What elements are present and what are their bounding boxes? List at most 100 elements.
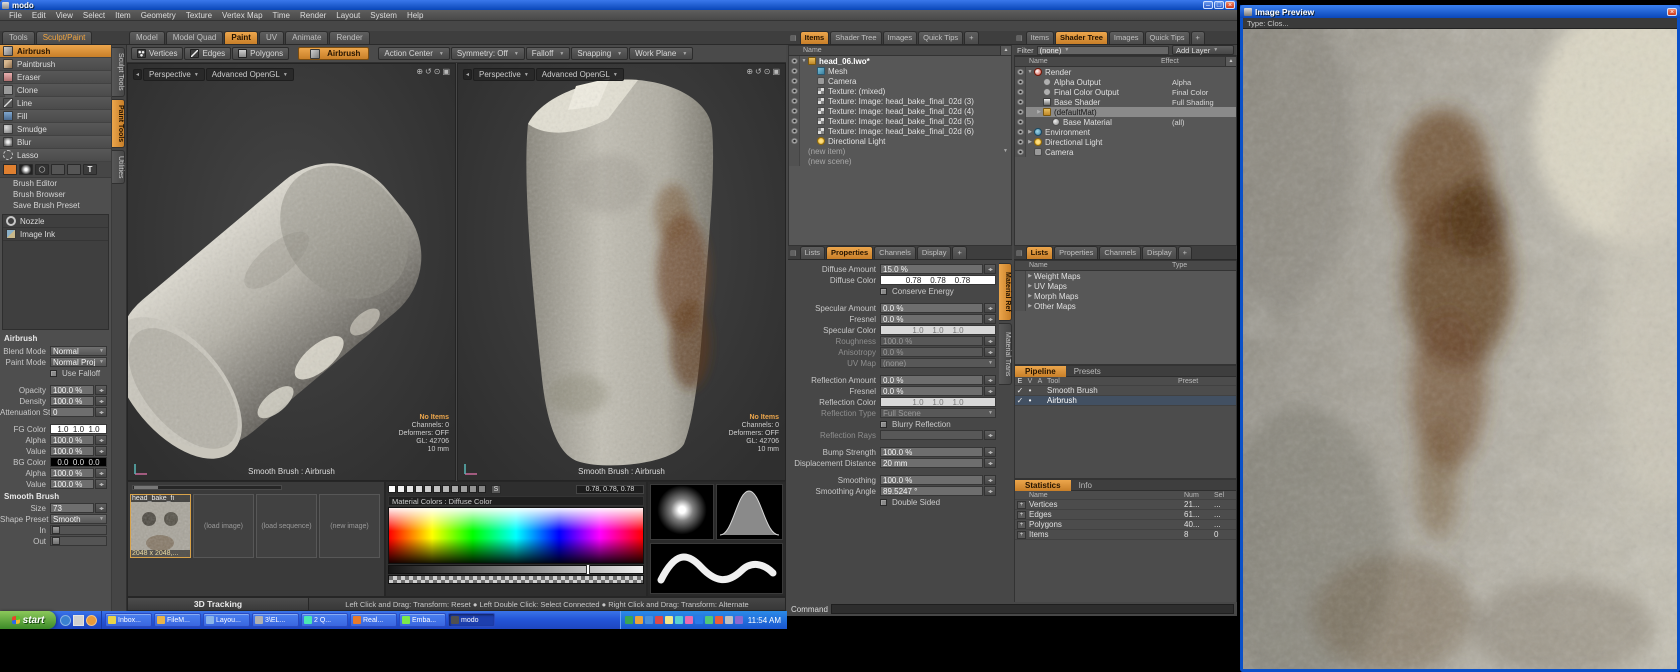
slider-handle[interactable] [52,537,60,545]
visibility-gutter[interactable] [789,56,800,66]
item-tree-row[interactable]: Texture: Image: head_bake_final_02d (4) [789,106,1011,116]
hue-saturation-gradient[interactable] [388,507,644,564]
preview-type-dropdown[interactable]: Type: Clos... [1247,19,1289,28]
color-swatch[interactable] [442,485,450,493]
value-stepper[interactable]: ◂▸ [984,347,996,357]
expand-plus-icon[interactable]: + [1017,521,1026,529]
visibility-gutter[interactable] [1015,87,1026,97]
brush-option-icon[interactable]: T [83,164,97,175]
panel-tab[interactable]: Images [1109,31,1144,44]
orbit-view-icon[interactable]: ↺ [755,67,762,76]
panel-tab[interactable]: Properties [826,246,873,259]
expand-plus-icon[interactable]: + [1017,531,1026,539]
orbit-view-icon[interactable]: ↺ [425,67,432,76]
minimize-button[interactable]: – [1203,1,1213,9]
property-field[interactable]: 100.0 %▼ [880,475,983,485]
palette-tab[interactable]: Tools [2,31,35,44]
visibility-gutter[interactable] [789,126,800,136]
item-tree-row[interactable]: Texture: Image: head_bake_final_02d (3) [789,96,1011,106]
color-swatch[interactable] [397,485,405,493]
checkbox[interactable] [50,370,57,377]
tool-button[interactable]: Clone [0,84,111,97]
property-field[interactable]: Smooth▼ [50,514,107,524]
layout-tab[interactable]: Animate [285,31,328,44]
property-field[interactable]: 20 mm▼ [880,458,983,468]
close-button[interactable]: × [1667,8,1677,16]
material-form-tab[interactable]: Material Trans [999,323,1012,385]
panel-tab[interactable]: Shader Tree [1055,31,1108,44]
value-stepper[interactable]: ◂▸ [95,396,107,406]
texture-preview-image[interactable] [1243,29,1677,669]
alpha-checker-bar[interactable] [388,575,644,584]
view-type-dropdown[interactable]: Perspective▼ [473,68,535,81]
menu-item[interactable]: Edit [27,11,51,20]
image-placeholder-cell[interactable]: (load image) [193,494,254,558]
pipeline-row[interactable]: ✓ • Airbrush [1015,396,1236,406]
value-stepper[interactable]: ◂▸ [984,314,996,324]
expander-icon[interactable]: ▼ [800,58,808,64]
tray-icon[interactable] [715,616,723,624]
value-stepper[interactable]: ◂▸ [984,303,996,313]
menu-item[interactable]: View [51,11,78,20]
item-tree-row[interactable]: Directional Light [789,136,1011,146]
task-button[interactable]: Emba... [399,613,446,627]
close-button[interactable]: × [1225,1,1235,9]
value-stepper[interactable]: ◂▸ [95,479,107,489]
visibility-gutter[interactable] [789,106,800,116]
image-thumbnail[interactable]: head_bake_fi 2048 x 2048,... [130,494,191,558]
task-button[interactable]: Inbox... [105,613,152,627]
toolbox-side-tab[interactable]: Paint Tools [112,99,125,148]
visibility-gutter[interactable] [789,116,800,126]
shader-tree-row[interactable]: Base Material (all) [1015,117,1236,127]
brush-link[interactable]: Brush Editor [0,178,111,189]
panel-tab[interactable]: Items [800,31,830,44]
statistics-row[interactable]: + Polygons 40... ... [1015,520,1236,530]
color-picker-header[interactable]: Material Colors : Diffuse Color [388,496,644,506]
scrollbar-handle[interactable] [134,486,158,489]
color-swatch[interactable] [406,485,414,493]
visibility-gutter[interactable] [1015,97,1026,107]
visibility-gutter[interactable] [1015,301,1026,311]
tray-icon[interactable] [645,616,653,624]
tool-button[interactable]: Eraser [0,71,111,84]
value-stepper[interactable]: ◂▸ [984,475,996,485]
property-field[interactable]: 1.0 1.0 1.0▼ [880,397,996,407]
shading-mode-dropdown[interactable]: Advanced OpenGL▼ [536,68,624,81]
property-field[interactable]: Blurry Reflection▼ [890,419,996,429]
component-mode-button[interactable]: Edges [184,47,231,60]
property-field[interactable]: 100.0 %▼ [880,447,983,457]
view-type-dropdown[interactable]: Perspective▼ [143,68,205,81]
visibility-gutter[interactable] [1015,127,1026,137]
pipeline-row[interactable]: ✓ • Smooth Brush [1015,386,1236,396]
property-field[interactable]: ▼ [880,430,983,440]
layer-effect[interactable]: (all) [1172,118,1236,127]
value-stepper[interactable]: ◂▸ [984,264,996,274]
panel-tab[interactable]: Images [883,31,918,44]
scroll-up-icon[interactable]: ▲ [1225,57,1236,66]
task-button[interactable]: Real... [350,613,397,627]
component-mode-button[interactable]: Vertices [131,47,183,60]
expander-icon[interactable]: ▶ [1026,139,1034,145]
value-stepper[interactable]: ◂▸ [984,458,996,468]
panel-tab[interactable]: Shader Tree [830,31,881,44]
property-field[interactable]: 0.0 %▼ [880,347,983,357]
info-title[interactable]: Info [1071,480,1236,491]
enable-checkmark[interactable]: ✓ [1015,396,1025,405]
property-field[interactable]: 100.0 %▼ [50,396,94,406]
expander-icon[interactable]: ▶ [1026,303,1034,309]
tray-icon[interactable] [635,616,643,624]
menu-item[interactable]: Item [110,11,136,20]
panel-tab[interactable]: Channels [1099,246,1141,259]
filter-dropdown[interactable]: (none)▼ [1037,46,1169,55]
visibility-gutter[interactable] [1015,137,1026,147]
menu-item[interactable]: Texture [181,11,217,20]
checkbox[interactable] [880,499,887,506]
item-tree-row[interactable]: Camera [789,76,1011,86]
visible-dot[interactable]: • [1025,396,1035,405]
layout-tab[interactable]: Paint [224,31,258,44]
scroll-up-icon[interactable]: ▲ [1000,46,1011,55]
visibility-gutter[interactable] [1015,147,1026,157]
tool-button[interactable]: Paintbrush [0,58,111,71]
row-menu-icon[interactable]: ▼ [1003,148,1011,154]
panel-tab[interactable]: + [1178,246,1192,259]
